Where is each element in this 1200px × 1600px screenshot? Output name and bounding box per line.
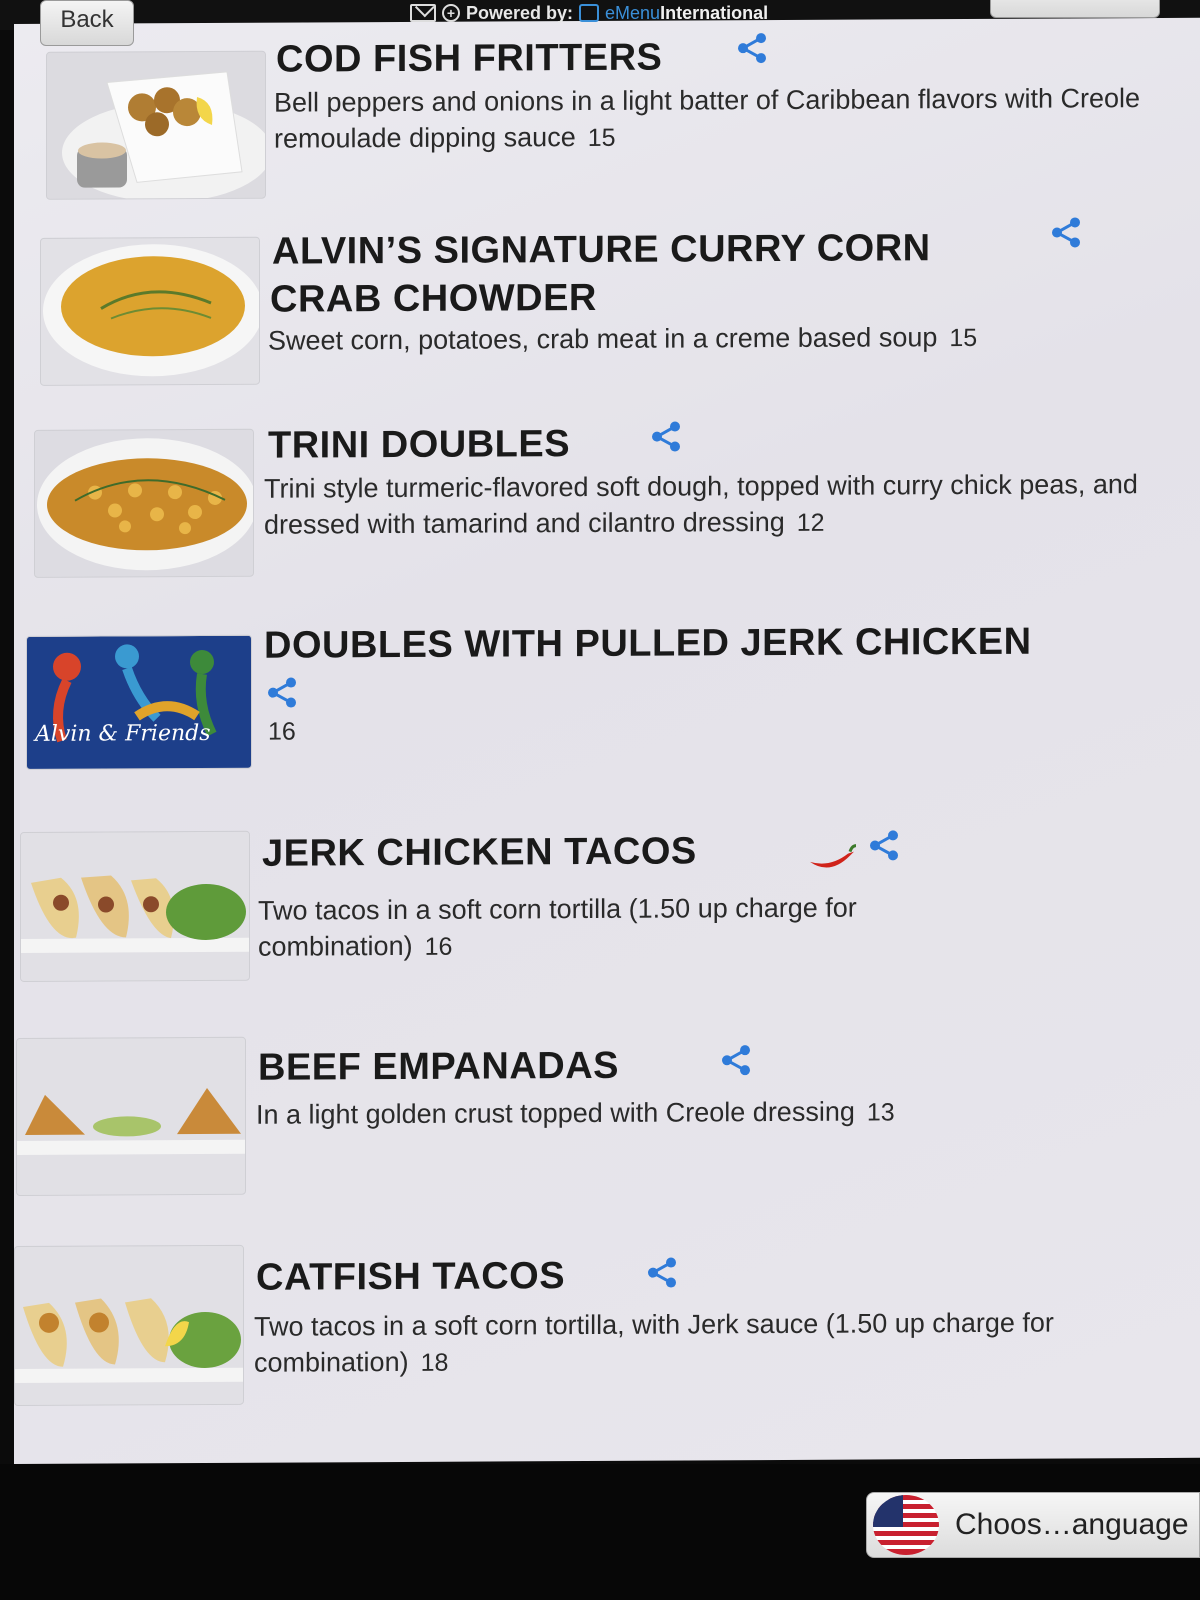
- item-name: DOUBLES WITH PULLED JERK CHICKEN: [264, 620, 1032, 667]
- item-name: JERK CHICKEN TACOS: [262, 830, 697, 875]
- item-description: Sweet corn, potatoes, crab meat in a cre…: [268, 322, 978, 356]
- powered-by-banner: + Powered by: eMenuInternational: [410, 0, 768, 26]
- svg-text:Alvin & Friends: Alvin & Friends: [33, 721, 211, 747]
- item-price: 18: [420, 1348, 449, 1377]
- item-name: CATFISH TACOS: [256, 1255, 566, 1299]
- item-price: 15: [949, 323, 978, 353]
- item-name: ALVIN’S SIGNATURE CURRY CORN: [272, 227, 931, 273]
- item-price: 16: [424, 932, 453, 961]
- share-icon[interactable]: [1048, 214, 1084, 250]
- plus-circle-icon: +: [442, 4, 460, 22]
- dish-photo: [20, 830, 250, 982]
- dish-photo: [34, 428, 254, 578]
- dish-photo: [14, 1244, 244, 1406]
- restaurant-logo-image: Alvin & Friends: [26, 634, 252, 770]
- item-price: 15: [587, 123, 616, 152]
- item-price: 13: [866, 1098, 895, 1127]
- language-label: Choos…anguage: [955, 1508, 1189, 1541]
- share-icon[interactable]: [264, 675, 300, 711]
- share-icon[interactable]: [734, 30, 770, 66]
- item-description: Two tacos in a soft corn tortilla (1.50 …: [258, 892, 857, 962]
- item-description: Two tacos in a soft corn tortilla, with …: [254, 1307, 1054, 1378]
- item-description: 16: [268, 711, 568, 750]
- back-button[interactable]: Back: [40, 0, 134, 46]
- us-flag-icon: [873, 1495, 939, 1555]
- share-icon[interactable]: [644, 1255, 680, 1291]
- item-name: BEEF EMPANADAS: [258, 1044, 619, 1089]
- item-description: Trini style turmeric-flavored soft dough…: [264, 469, 1138, 540]
- share-icon[interactable]: [718, 1042, 754, 1078]
- top-right-button[interactable]: [990, 0, 1160, 18]
- share-icon[interactable]: [866, 827, 902, 863]
- item-description: In a light golden crust topped with Creo…: [256, 1096, 895, 1130]
- share-icon[interactable]: [648, 418, 684, 454]
- dish-photo: [16, 1036, 246, 1196]
- dish-photo: [46, 50, 266, 200]
- envelope-icon: [410, 4, 436, 22]
- item-name: TRINI DOUBLES: [268, 423, 571, 467]
- item-price: 12: [796, 508, 825, 537]
- dish-photo: [40, 236, 260, 386]
- item-name-line2: CRAB CHOWDER: [270, 276, 597, 321]
- item-name: COD FISH FRITTERS: [276, 36, 663, 81]
- item-description: Bell peppers and onions in a light batte…: [274, 83, 1141, 154]
- menu-list: COD FISH FRITTERS Bell peppers and onion…: [14, 17, 1200, 1465]
- item-price: 16: [268, 717, 296, 746]
- emenu-logo-icon: [579, 4, 600, 22]
- choose-language-button[interactable]: Choos…anguage: [866, 1492, 1200, 1558]
- hot-pepper-icon: [810, 844, 857, 868]
- brand-name: eMenuInternational: [605, 2, 769, 23]
- powered-by-label: Powered by:: [466, 2, 574, 23]
